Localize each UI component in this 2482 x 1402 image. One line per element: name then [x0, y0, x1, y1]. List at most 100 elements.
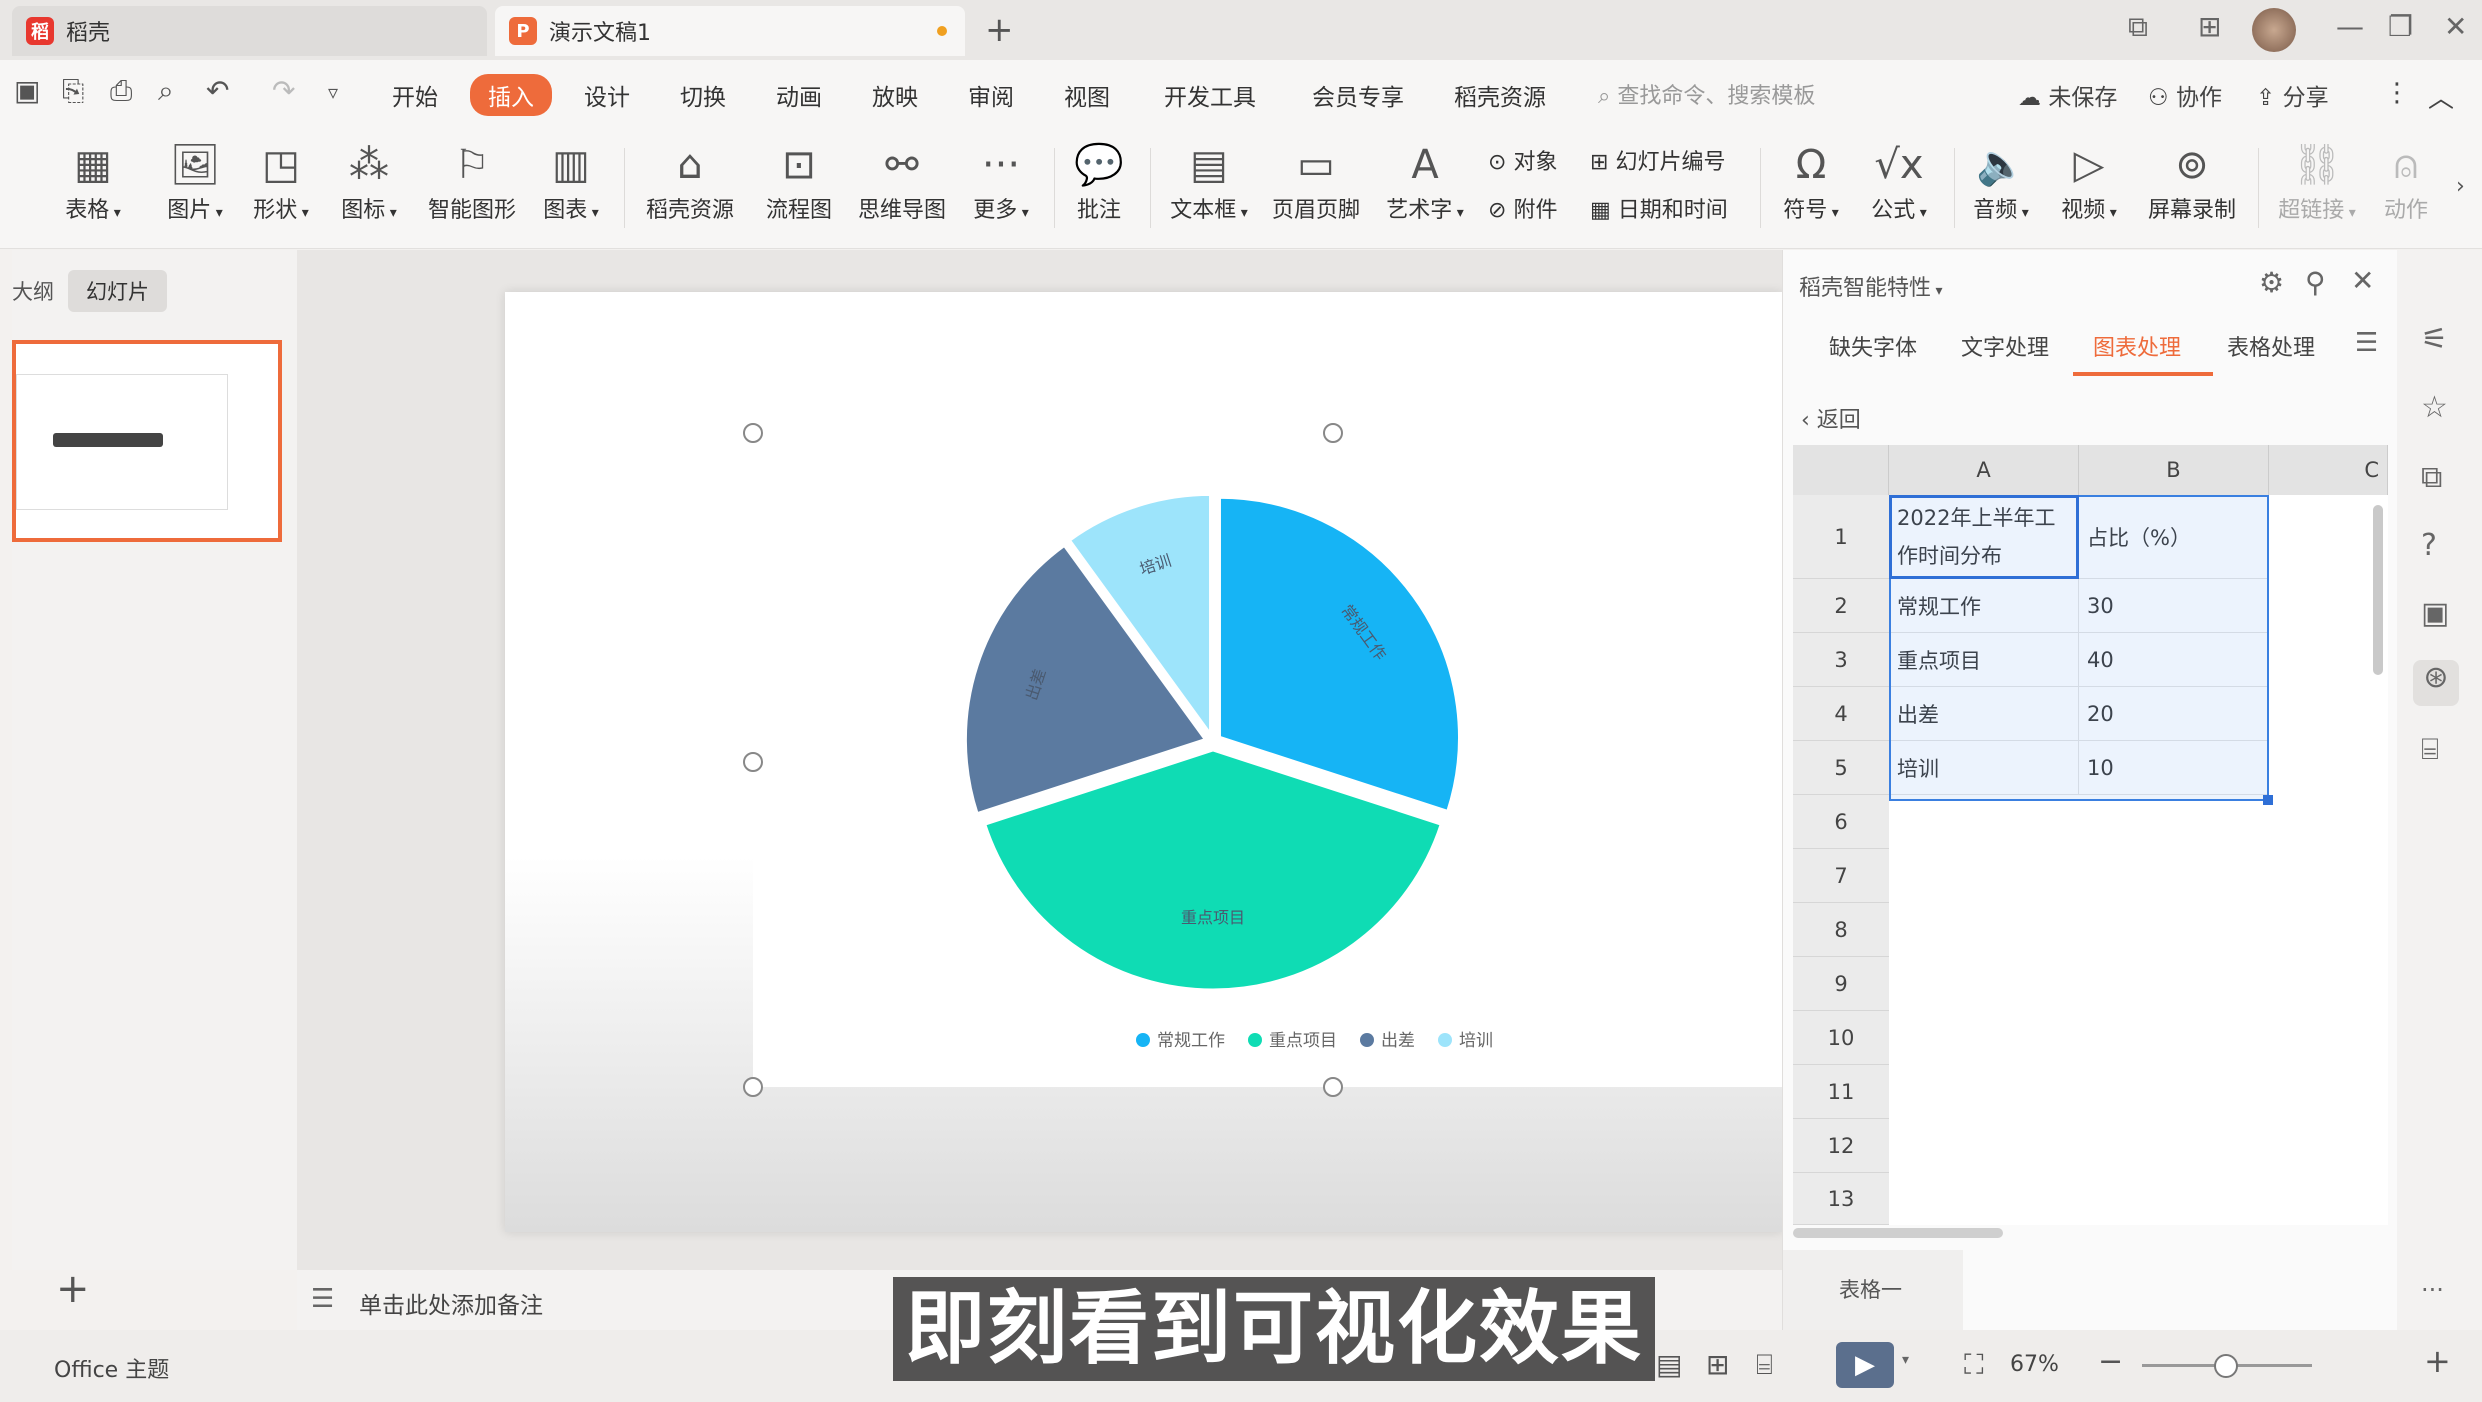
menu-review[interactable]: 审阅 — [968, 78, 1014, 112]
undo-icon[interactable]: ↶ — [206, 74, 229, 107]
restore-icon[interactable]: ❐ — [2388, 10, 2413, 43]
sheet-tab[interactable]: 表格一 — [1839, 1274, 1902, 1304]
row-header[interactable]: 8 — [1793, 903, 1889, 957]
pin-icon[interactable]: ⚲ — [2305, 266, 2326, 299]
apps-grid-icon[interactable]: ⊞ — [2198, 10, 2221, 43]
share-button[interactable]: ⇪ 分享 — [2256, 78, 2329, 112]
smartart-button[interactable]: ⚐ 智能图形 — [422, 138, 522, 224]
wordart-button[interactable]: A 艺术字 ▾ — [1380, 138, 1470, 224]
fit-window-icon[interactable]: ⛶ — [1964, 1348, 1984, 1382]
book-search-icon[interactable]: ⌸ — [2421, 732, 2439, 767]
legend-item-4[interactable]: 培训 — [1438, 1031, 1493, 1051]
horizontal-scrollbar[interactable] — [1793, 1228, 2003, 1238]
tab-missing-fonts[interactable]: 缺失字体 — [1829, 330, 1917, 362]
menu-view[interactable]: 视图 — [1064, 78, 1110, 112]
slide-number-button[interactable]: ⊞ 幻灯片编号 — [1590, 144, 1725, 176]
zoom-slider-thumb[interactable] — [2214, 1354, 2238, 1378]
layout-icon[interactable]: ⧉ — [2128, 10, 2148, 44]
more-horizontal-icon[interactable]: ··· — [2421, 1276, 2444, 1304]
column-header-b[interactable]: B — [2079, 445, 2269, 495]
menu-insert[interactable]: 插入 — [470, 74, 552, 116]
menu-start[interactable]: 开始 — [392, 78, 438, 112]
avatar[interactable] — [2252, 8, 2296, 52]
menu-developer[interactable]: 开发工具 — [1164, 78, 1256, 112]
theme-name[interactable]: Office 主题 — [54, 1352, 169, 1384]
back-button[interactable]: ‹ 返回 — [1801, 402, 1861, 434]
resize-handle-top[interactable] — [1323, 423, 1343, 443]
menu-docer-resources[interactable]: 稻壳资源 — [1454, 78, 1546, 112]
symbol-button[interactable]: Ω 符号 ▾ — [1776, 138, 1846, 224]
fill-handle[interactable] — [2263, 795, 2273, 805]
textbox-button[interactable]: ▤ 文本框 ▾ — [1166, 138, 1252, 224]
play-options-chevron-icon[interactable]: ▾ — [1902, 1352, 1909, 1368]
row-header[interactable]: 9 — [1793, 957, 1889, 1011]
date-time-button[interactable]: ▦ 日期和时间 — [1590, 192, 1728, 224]
reading-view-icon[interactable]: ⌸ — [1756, 1348, 1773, 1382]
flowchart-button[interactable]: ⊡ 流程图 — [762, 138, 836, 224]
icon-button[interactable]: ⁂ 图标 ▾ — [334, 138, 404, 224]
zoom-level[interactable]: 67% — [2010, 1352, 2059, 1377]
shape-button[interactable]: ◳ 形状 ▾ — [246, 138, 316, 224]
legend-item-1[interactable]: 常规工作 — [1136, 1031, 1225, 1051]
menu-member[interactable]: 会员专享 — [1312, 78, 1404, 112]
legend-item-3[interactable]: 出差 — [1360, 1031, 1415, 1051]
picture-button[interactable]: 🖼 图片 ▾ — [160, 138, 230, 224]
menu-icon[interactable]: ☰ — [2355, 328, 2378, 358]
smart-feature-icon[interactable]: ⊛ — [2413, 660, 2459, 706]
customize-chevron-icon[interactable]: ▿ — [328, 80, 338, 104]
play-slideshow-icon[interactable]: ▶ — [1836, 1342, 1894, 1388]
print-icon[interactable]: ⎙ — [110, 74, 132, 108]
save-icon[interactable]: ▣ — [14, 74, 40, 107]
column-header-a[interactable]: A — [1889, 445, 2079, 495]
resize-handle-left[interactable] — [743, 752, 763, 772]
resize-handle-top-left[interactable] — [743, 423, 763, 443]
gear-icon[interactable]: ⚙ — [2259, 266, 2284, 299]
more-vertical-icon[interactable]: ⋮ — [2384, 78, 2410, 108]
command-search[interactable]: ⌕ 查找命令、搜索模板 — [1598, 78, 1815, 110]
video-button[interactable]: ▷ 视频 ▾ — [2054, 138, 2124, 224]
export-icon[interactable]: ⎘ — [62, 74, 84, 108]
panel-header[interactable]: 稻壳智能特性 ▾ — [1799, 270, 1943, 302]
more-button[interactable]: ··· 更多 ▾ — [966, 138, 1036, 224]
chart-object[interactable]: 常规工作 重点项目 出差 培训 常规工作 重点项目 出差 培训 — [753, 432, 1782, 1087]
row-header[interactable]: 1 — [1793, 495, 1889, 579]
new-tab-button[interactable]: + — [985, 10, 1014, 50]
row-header[interactable]: 5 — [1793, 741, 1889, 795]
tab-home[interactable]: 稻 稻壳 — [12, 6, 487, 56]
close-panel-icon[interactable]: ✕ — [2351, 264, 2374, 297]
grid-corner[interactable] — [1793, 445, 1889, 495]
ribbon-scroll-right-icon[interactable]: › — [2456, 174, 2465, 199]
header-footer-button[interactable]: ▭ 页眉页脚 — [1266, 138, 1366, 224]
row-header[interactable]: 10 — [1793, 1011, 1889, 1065]
minimize-icon[interactable]: — — [2336, 10, 2364, 43]
legend-item-2[interactable]: 重点项目 — [1248, 1031, 1337, 1051]
add-slide-button[interactable]: + — [56, 1266, 90, 1312]
close-window-icon[interactable]: ✕ — [2444, 10, 2467, 43]
row-header[interactable]: 11 — [1793, 1065, 1889, 1119]
row-header[interactable]: 12 — [1793, 1119, 1889, 1173]
formula-button[interactable]: √x 公式 ▾ — [1864, 138, 1934, 224]
chart-button[interactable]: ▥ 图表 ▾ — [536, 138, 606, 224]
print-preview-icon[interactable]: ⌕ — [158, 74, 174, 108]
attachment-button[interactable]: ⊘ 附件 — [1488, 192, 1557, 224]
row-header[interactable]: 2 — [1793, 579, 1889, 633]
docer-resources-button[interactable]: ⌂ 稻壳资源 — [640, 138, 740, 224]
hyperlink-button[interactable]: ⛓ 超链接 ▾ — [2272, 138, 2362, 224]
sliders-icon[interactable]: ⚟ — [2421, 322, 2448, 357]
pie-chart[interactable]: 常规工作重点项目出差培训常规工作 重点项目 出差 培训 — [753, 432, 1782, 1087]
tab-chart-processing[interactable]: 图表处理 — [2093, 330, 2181, 362]
collapse-ribbon-icon[interactable]: ︿ — [2428, 78, 2454, 115]
notes-placeholder[interactable]: 单击此处添加备注 — [359, 1286, 543, 1320]
row-header[interactable]: 6 — [1793, 795, 1889, 849]
normal-view-icon[interactable]: ▤ — [1656, 1348, 1682, 1381]
row-header[interactable]: 13 — [1793, 1173, 1889, 1225]
cloud-status[interactable]: ☁ 未保存 — [2018, 78, 2117, 112]
tab-table-processing[interactable]: 表格处理 — [2227, 330, 2315, 362]
slides-tab[interactable]: 幻灯片 — [68, 270, 167, 312]
menu-animation[interactable]: 动画 — [776, 78, 822, 112]
resize-handle-bottom-left[interactable] — [743, 1077, 763, 1097]
resize-handle-bottom[interactable] — [1323, 1077, 1343, 1097]
zoom-in-icon[interactable]: + — [2424, 1342, 2451, 1380]
row-header[interactable]: 4 — [1793, 687, 1889, 741]
object-button[interactable]: ⊙ 对象 — [1488, 144, 1557, 176]
